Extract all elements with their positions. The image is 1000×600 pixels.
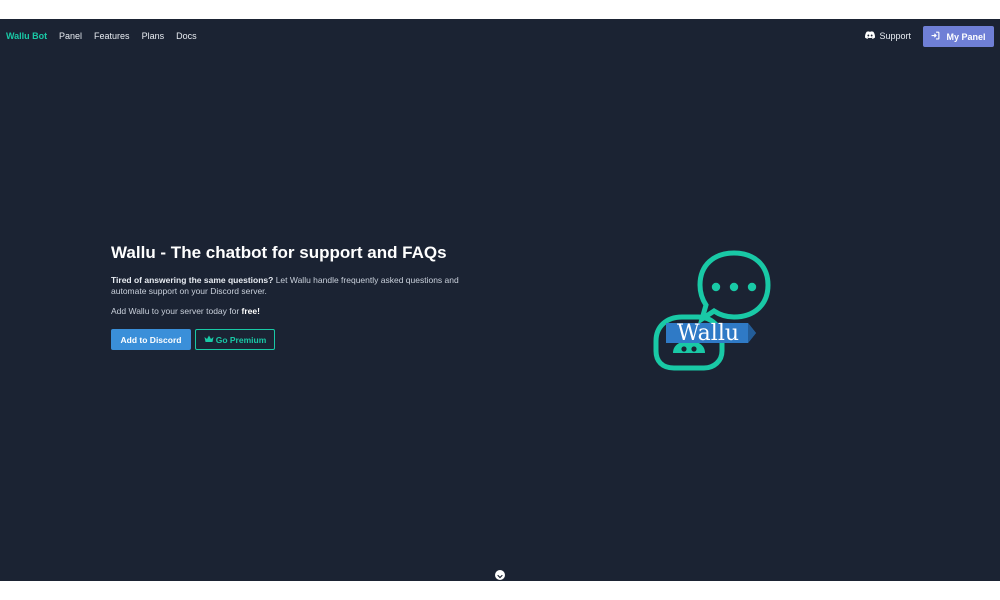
hero-description-bold: Tired of answering the same questions? (111, 275, 274, 285)
hero-cta-label: Add Wallu to your server today for (111, 306, 242, 316)
wallu-logo: Wallu (648, 247, 773, 372)
logo-text: Wallu (677, 321, 739, 346)
go-premium-label: Go Premium (215, 334, 267, 345)
add-to-discord-button[interactable]: Add to Discord (111, 329, 191, 350)
crown-icon (204, 335, 214, 345)
discord-icon (865, 31, 876, 41)
nav-link-panel[interactable]: Panel (59, 31, 82, 41)
brand-link[interactable]: Wallu Bot (6, 31, 47, 41)
my-panel-label: My Panel (946, 31, 986, 42)
go-premium-button[interactable]: Go Premium (195, 329, 275, 350)
support-label: Support (879, 31, 911, 41)
chevron-down-icon (497, 566, 503, 584)
hero-description: Tired of answering the same questions? L… (111, 275, 481, 297)
nav-link-features[interactable]: Features (94, 31, 130, 41)
nav-link-plans[interactable]: Plans (142, 31, 165, 41)
my-panel-button[interactable]: My Panel (923, 26, 994, 47)
page: Wallu Bot Panel Features Plans Docs Supp… (0, 19, 1000, 581)
top-navbar: Wallu Bot Panel Features Plans Docs Supp… (0, 19, 1000, 54)
nav-link-docs[interactable]: Docs (176, 31, 197, 41)
scroll-down-button[interactable] (495, 570, 505, 580)
nav-links: Panel Features Plans Docs (59, 31, 197, 41)
sign-in-icon (931, 31, 940, 42)
hero-cta-free: free! (241, 306, 260, 316)
support-link[interactable]: Support (865, 31, 911, 41)
hero-cta-text: Add Wallu to your server today for free! (111, 306, 260, 316)
hero-title: Wallu - The chatbot for support and FAQs (111, 243, 447, 262)
